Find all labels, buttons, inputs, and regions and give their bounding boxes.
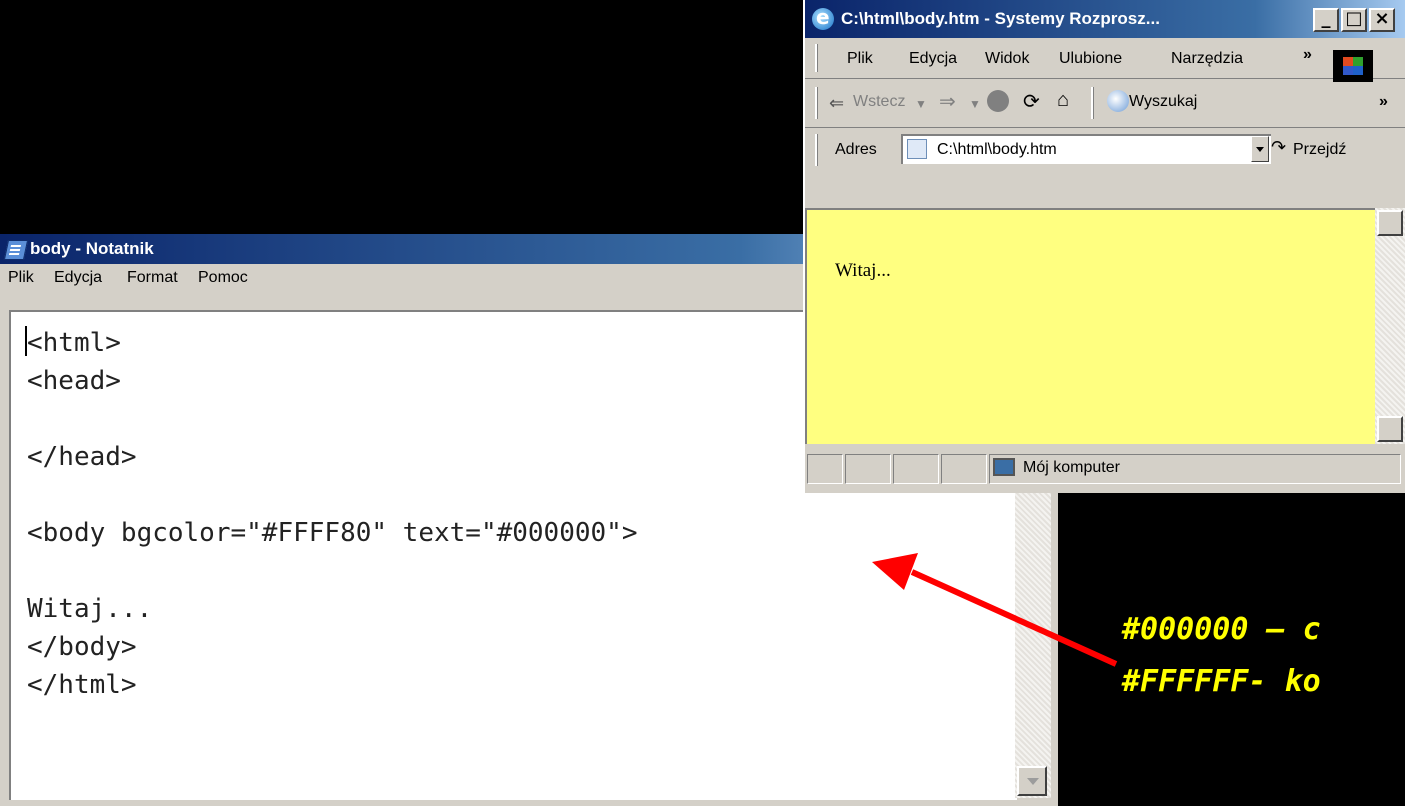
annotation-line-1: #000000 – c — [1122, 612, 1321, 647]
annotation-line-2: #FFFFFF- ko — [1122, 664, 1321, 699]
